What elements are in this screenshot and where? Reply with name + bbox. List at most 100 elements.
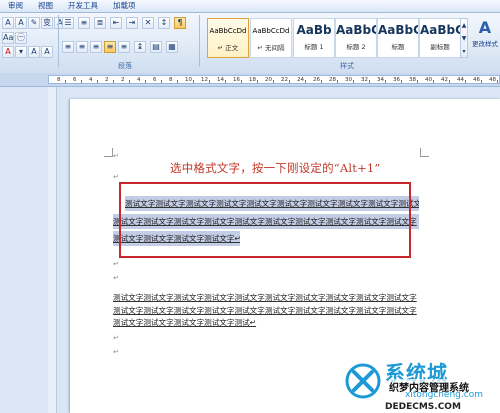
ruler-number: 16 — [233, 77, 240, 83]
ruler-tick — [321, 80, 322, 83]
ruler-tick — [241, 80, 242, 83]
show-marks-icon[interactable]: ¶ — [174, 17, 186, 29]
ruler-number: 38 — [409, 77, 416, 83]
style-normal[interactable]: AaBbCcDd ↵ 正文 — [207, 18, 249, 58]
ruler-tick — [65, 80, 66, 83]
ruler-number: 28 — [329, 77, 336, 83]
style-heading-1[interactable]: AaBb 标题 1 — [293, 18, 335, 58]
ruler-tick — [97, 80, 98, 83]
styles-gallery-scroll[interactable]: ▲ ▼ ▾ — [460, 18, 468, 58]
ruler-tick — [401, 80, 402, 83]
ruler-tick — [193, 80, 194, 83]
ruler-number: 26 — [313, 77, 320, 83]
ruler-number: 4 — [137, 77, 141, 83]
char-shading-icon[interactable]: A — [28, 46, 40, 58]
ruler-tick — [449, 80, 450, 83]
site-watermark: 系统城 织梦内容管理系统 xitongcheng.com DEDECMS.COM — [345, 357, 500, 413]
gallery-up-icon[interactable]: ▲ — [461, 19, 467, 32]
tab-view[interactable]: 视图 — [38, 0, 53, 12]
ruler-tick — [481, 80, 482, 83]
horizontal-ruler[interactable]: 8 6 4 2 2 4 6 8 10 12 14 16 18 20 22 24 26 28 30 32 34 36 38 40… — [48, 75, 500, 84]
ruler-number: 4 — [89, 77, 93, 83]
ruler-number: 6 — [153, 77, 157, 83]
grow-font-icon[interactable]: A — [2, 17, 14, 29]
ruler-number: 20 — [265, 77, 272, 83]
align-right-icon[interactable]: ≡ — [90, 41, 102, 53]
ruler-number: 18 — [249, 77, 256, 83]
ruler-tick — [113, 80, 114, 83]
styles-group-label: 样式 — [340, 62, 354, 70]
char-box-icon[interactable]: A — [41, 46, 53, 58]
line-spacing-icon[interactable]: ↨ — [134, 41, 146, 53]
document-heading-line[interactable]: 选中格式文字，按一下刚设定的“Alt+1” — [170, 160, 381, 176]
numbering-icon[interactable]: ≡ — [78, 17, 90, 29]
ruler-tick — [353, 80, 354, 83]
ruler-number: 40 — [425, 77, 432, 83]
decrease-indent-icon[interactable]: ⇤ — [110, 17, 122, 29]
tab-review[interactable]: 审阅 — [8, 0, 23, 12]
ruler-number: 10 — [185, 77, 192, 83]
align-center-icon[interactable]: ≡ — [76, 41, 88, 53]
ruler-tick — [305, 80, 306, 83]
multilevel-list-icon[interactable]: ≣ — [94, 17, 106, 29]
change-styles-button[interactable]: A 更改样式 — [470, 18, 500, 62]
phonetic-guide-icon[interactable]: 变 — [41, 17, 53, 29]
shrink-font-icon[interactable]: A — [15, 17, 27, 29]
shading-icon[interactable]: ▤ — [150, 41, 162, 53]
justify-icon[interactable]: ≡ — [104, 41, 116, 53]
ruler-number: 48 — [489, 77, 496, 83]
borders-icon[interactable]: ▦ — [166, 41, 178, 53]
clear-format-icon[interactable]: ✎ — [28, 17, 40, 29]
change-styles-label: 更改样式 — [472, 40, 498, 48]
bullets-icon[interactable]: ☰ — [62, 17, 74, 29]
vertical-ruler[interactable] — [48, 87, 57, 413]
paragraph-mark: ↵ — [113, 173, 119, 181]
ruler-tick — [273, 80, 274, 83]
style-title[interactable]: AaBbC 标题 — [377, 18, 419, 58]
ruler-tick — [145, 80, 146, 83]
ribbon-tab-bar: 审阅 视图 开发工具 加载项 — [0, 0, 500, 12]
increase-indent-icon[interactable]: ⇥ — [126, 17, 138, 29]
ruler-tick — [209, 80, 210, 83]
gallery-down-icon[interactable]: ▼ — [461, 32, 467, 45]
watermark-logo-icon — [345, 363, 381, 399]
sort-icon[interactable]: ↕ — [158, 17, 170, 29]
enclose-char-icon[interactable]: ㊀ — [15, 32, 27, 44]
tab-addins[interactable]: 加载项 — [113, 0, 136, 12]
tab-developer[interactable]: 开发工具 — [68, 0, 98, 12]
ruler-number: 32 — [361, 77, 368, 83]
ruler-number: 8 — [57, 77, 61, 83]
ribbon: A A ✎ 变 A Aa ㊀ A ▾ A A ☰ ≡ ≣ ⇤ ⇥ ✕ ↕ ¶ ≡… — [0, 12, 500, 74]
ruler-number: 14 — [217, 77, 224, 83]
paragraph-mark: ↵ — [113, 348, 119, 356]
distributed-icon[interactable]: ≡ — [118, 41, 130, 53]
watermark-url-bottom: DEDECMS.COM — [385, 402, 461, 412]
ruler-number: 12 — [201, 77, 208, 83]
chinese-layout-icon[interactable]: ✕ — [142, 17, 154, 29]
font-color-icon[interactable]: A — [2, 46, 14, 58]
dropdown-arrow-icon[interactable]: ▾ — [15, 46, 27, 58]
ruler-number: 44 — [457, 77, 464, 83]
body-text-line[interactable]: 测试文字测试文字测试文字测试文字测试文字测试文字测试文字测试文字测试文字测试文字 — [113, 305, 419, 316]
ruler-number: 2 — [105, 77, 109, 83]
ruler-number: 34 — [377, 77, 384, 83]
style-subtitle[interactable]: AaBbC 副标题 — [419, 18, 461, 58]
ruler-tick — [433, 80, 434, 83]
ruler-number: 6 — [73, 77, 77, 83]
horizontal-ruler-area: 8 6 4 2 2 4 6 8 10 12 14 16 18 20 22 24 26 28 30 32 34 36 38 40… — [0, 73, 500, 87]
ruler-number: 22 — [281, 77, 288, 83]
ruler-number: 46 — [473, 77, 480, 83]
align-left-icon[interactable]: ≡ — [62, 41, 74, 53]
ruler-tick — [369, 80, 370, 83]
ruler-tick — [129, 80, 130, 83]
ruler-number: 24 — [297, 77, 304, 83]
body-text-line[interactable]: 测试文字测试文字测试文字测试文字测试文字测试文字测试文字测试文字测试文字测试文字 — [113, 292, 419, 303]
paragraph-mark: ↵ — [113, 152, 119, 160]
body-text-line[interactable]: 测试文字测试文字测试文字测试文字测试↵ — [113, 317, 313, 328]
style-no-spacing[interactable]: AaBbCcDd ↵ 无间隔 — [250, 18, 292, 58]
style-heading-2[interactable]: AaBbC 标题 2 — [335, 18, 377, 58]
ruler-tick — [385, 80, 386, 83]
ruler-tick — [497, 80, 498, 83]
char-scale-icon[interactable]: Aa — [2, 32, 14, 44]
gallery-more-icon[interactable]: ▾ — [461, 45, 467, 58]
